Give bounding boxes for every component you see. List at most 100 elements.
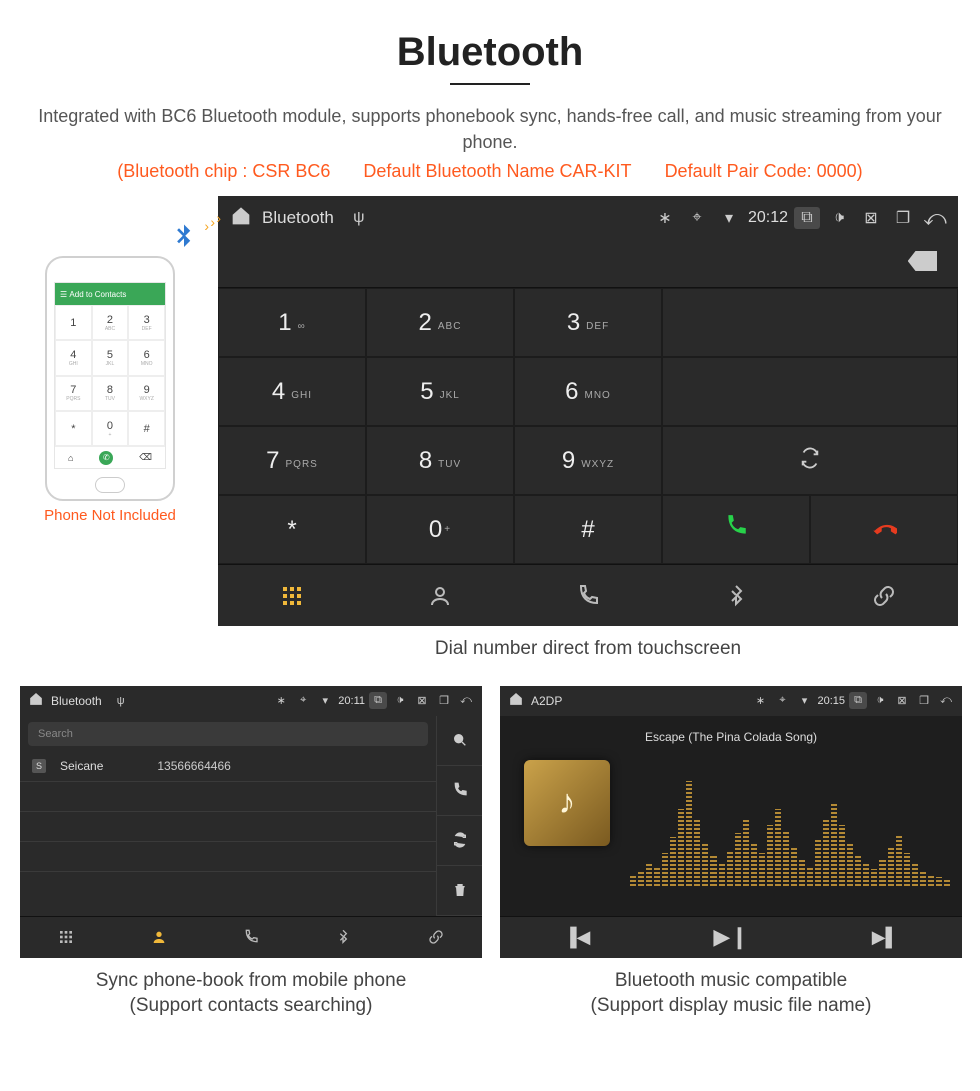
bluetooth-icon: › › › — [169, 222, 199, 260]
key-3[interactable]: 3DEF — [514, 288, 662, 357]
nav-bluetooth[interactable] — [662, 565, 810, 626]
location-icon: ⌖ — [684, 209, 710, 227]
dial-display — [218, 240, 958, 288]
key-9[interactable]: 9WXYZ — [514, 426, 662, 495]
home-icon[interactable] — [27, 692, 45, 709]
page-description: Integrated with BC6 Bluetooth module, su… — [20, 103, 960, 155]
phonebook-caption: Sync phone-book from mobile phone (Suppo… — [20, 968, 482, 1019]
back-icon[interactable]: ⤺ — [937, 694, 955, 707]
app-title: A2DP — [531, 694, 562, 708]
hangup-button[interactable] — [810, 495, 958, 564]
nav-recents[interactable] — [205, 917, 297, 958]
nav-link[interactable] — [810, 565, 958, 626]
nav-keypad[interactable] — [218, 565, 366, 626]
key-5[interactable]: 5JKL — [366, 357, 514, 426]
backspace-button[interactable] — [908, 250, 938, 278]
bluetooth-specs: (Bluetooth chip : CSR BC6 Default Blueto… — [20, 161, 960, 182]
recent-apps-icon[interactable]: ❐ — [435, 694, 453, 707]
back-icon[interactable]: ⤺ — [457, 694, 475, 707]
key-hash[interactable]: # — [514, 495, 662, 564]
close-icon[interactable]: ⊠ — [858, 208, 884, 228]
contact-row-empty — [20, 872, 436, 916]
contact-row-empty — [20, 842, 436, 872]
nav-contacts[interactable] — [366, 565, 514, 626]
page-title: Bluetooth — [20, 30, 960, 75]
phone-mockup: › › › ☰ Add to Contacts 12ABC3DEF4GHI5JK… — [45, 256, 175, 501]
usb-icon: ψ — [346, 209, 372, 227]
next-track-button[interactable]: ▶▌ — [808, 917, 962, 958]
spec-pair-code: Default Pair Code: 0000) — [665, 161, 863, 181]
contact-row-empty — [20, 812, 436, 842]
close-icon[interactable]: ⊠ — [893, 694, 911, 707]
clock: 20:12 — [748, 209, 788, 227]
contact-row-empty — [20, 782, 436, 812]
dialer-caption: Dial number direct from touchscreen — [218, 636, 958, 662]
screenshot-icon[interactable]: ⧉ — [794, 207, 820, 229]
title-underline — [450, 83, 530, 85]
side-call-icon[interactable] — [436, 766, 482, 816]
phone-topbar: ☰ Add to Contacts — [55, 283, 165, 305]
wifi-icon: ▾ — [316, 694, 334, 707]
app-title: Bluetooth — [51, 694, 102, 708]
location-icon: ⌖ — [773, 694, 791, 707]
volume-icon[interactable]: 🕩 — [826, 209, 852, 227]
side-delete-icon[interactable] — [436, 866, 482, 916]
spec-chip: (Bluetooth chip : CSR BC6 — [117, 161, 330, 181]
prev-track-button[interactable]: ▐◀ — [500, 917, 654, 958]
wifi-icon: ▾ — [716, 208, 742, 228]
call-button[interactable] — [662, 495, 810, 564]
nav-contacts[interactable] — [112, 917, 204, 958]
phone-not-included-label: Phone Not Included — [20, 507, 200, 524]
nav-keypad[interactable] — [20, 917, 112, 958]
key-8[interactable]: 8TUV — [366, 426, 514, 495]
key-6[interactable]: 6MNO — [514, 357, 662, 426]
recent-apps-icon[interactable]: ❐ — [915, 694, 933, 707]
bluetooth-status-icon: ∗ — [652, 208, 678, 228]
album-art-icon: ♪ — [524, 760, 610, 846]
phone-home-button — [95, 477, 125, 493]
wifi-icon: ▾ — [795, 694, 813, 707]
home-icon[interactable] — [228, 206, 254, 231]
usb-icon: ψ — [112, 695, 130, 707]
key-1[interactable]: 1∞ — [218, 288, 366, 357]
key-empty — [662, 288, 958, 357]
contact-name: Seicane — [60, 759, 103, 773]
clock: 20:11 — [338, 695, 365, 707]
contact-number: 13566664466 — [157, 759, 230, 773]
volume-icon[interactable]: 🕩 — [391, 694, 409, 707]
nav-bluetooth[interactable] — [297, 917, 389, 958]
dialer-screenshot: Bluetooth ψ ∗ ⌖ ▾ 20:12 ⧉ 🕩 ⊠ ❐ ⤺ 1∞2ABC… — [218, 196, 958, 626]
sync-button[interactable] — [662, 426, 958, 495]
key-7[interactable]: 7PQRS — [218, 426, 366, 495]
search-input[interactable]: Search — [28, 722, 428, 746]
screenshot-icon[interactable]: ⧉ — [369, 692, 387, 709]
play-pause-button[interactable]: ▶❙ — [654, 917, 808, 958]
key-4[interactable]: 4GHI — [218, 357, 366, 426]
nav-recents[interactable] — [514, 565, 662, 626]
phone-keypad: 12ABC3DEF4GHI5JKL6MNO7PQRS8TUV9WXYZ*0+# — [55, 305, 165, 446]
home-icon[interactable] — [507, 692, 525, 709]
music-screenshot: A2DP ∗ ⌖ ▾ 20:15 ⧉ 🕩 ⊠ ❐ ⤺ Escape (The P… — [500, 686, 962, 958]
phonebook-screenshot: Bluetooth ψ ∗ ⌖ ▾ 20:11 ⧉ 🕩 ⊠ ❐ ⤺ Search… — [20, 686, 482, 958]
music-caption: Bluetooth music compatible (Support disp… — [500, 968, 962, 1019]
app-title: Bluetooth — [262, 208, 334, 228]
screenshot-icon[interactable]: ⧉ — [849, 692, 867, 709]
contact-badge: S — [32, 759, 46, 773]
track-title: Escape (The Pina Colada Song) — [500, 730, 962, 744]
key-0[interactable]: 0+ — [366, 495, 514, 564]
recent-apps-icon[interactable]: ❐ — [890, 208, 916, 228]
volume-icon[interactable]: 🕩 — [871, 694, 889, 707]
back-icon[interactable]: ⤺ — [922, 205, 948, 231]
bluetooth-status-icon: ∗ — [272, 694, 290, 707]
contact-row[interactable]: S Seicane 13566664466 — [20, 752, 436, 782]
location-icon: ⌖ — [294, 694, 312, 707]
side-sync-icon[interactable] — [436, 816, 482, 866]
nav-link[interactable] — [390, 917, 482, 958]
close-icon[interactable]: ⊠ — [413, 694, 431, 707]
clock: 20:15 — [817, 695, 845, 707]
equalizer-visual — [630, 776, 950, 886]
key-star[interactable]: * — [218, 495, 366, 564]
key-2[interactable]: 2ABC — [366, 288, 514, 357]
spec-default-name: Default Bluetooth Name CAR-KIT — [363, 161, 631, 181]
side-search-icon[interactable] — [436, 716, 482, 766]
